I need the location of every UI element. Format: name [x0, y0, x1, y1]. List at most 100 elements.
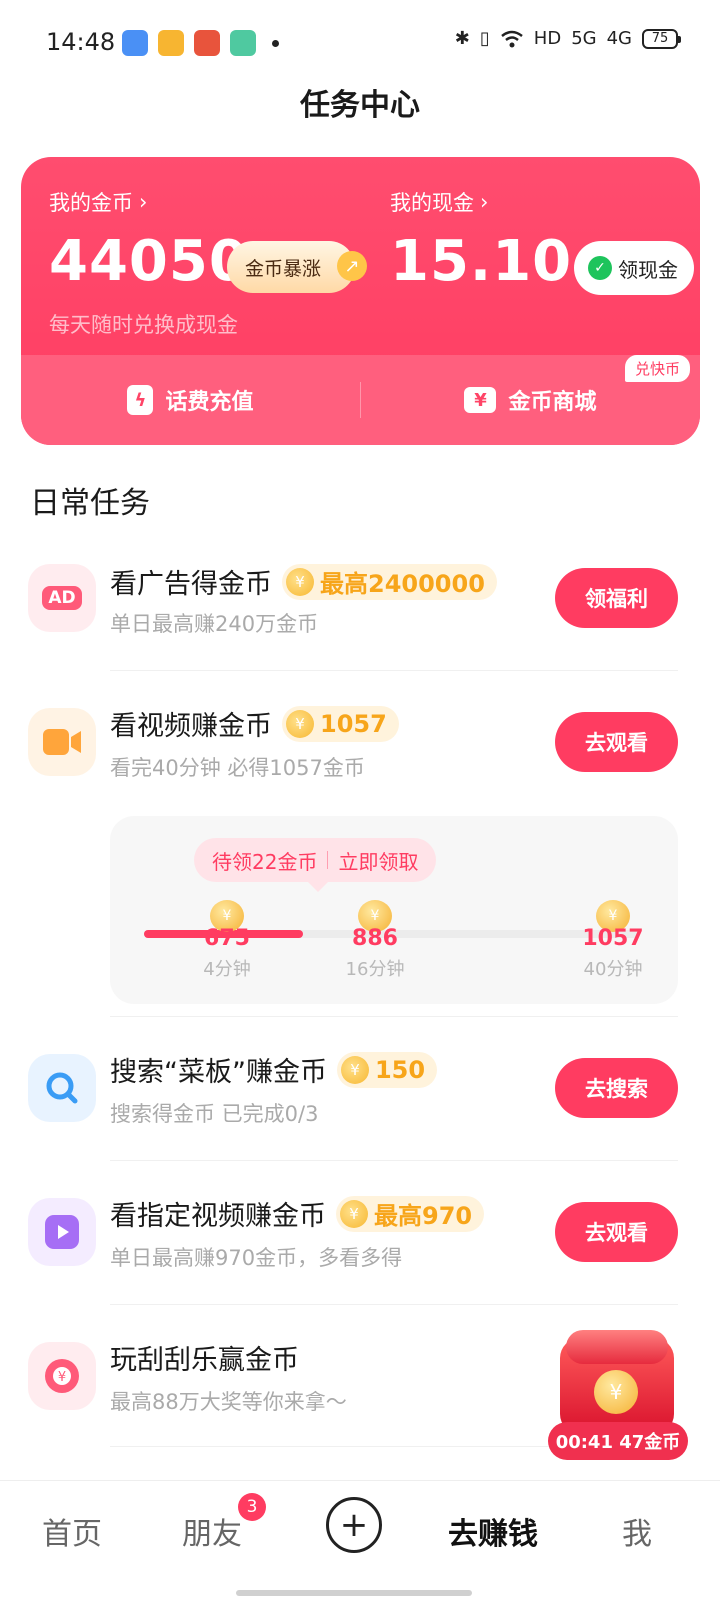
milestone: ¥ 886 16分钟 [330, 900, 420, 981]
task-divider [110, 1304, 678, 1305]
coin-mall-button[interactable]: ¥ 金币商城 [361, 384, 700, 416]
coin-icon: ¥ [286, 567, 314, 596]
coin-icon: ¥ [286, 709, 314, 738]
milestone-amount: 1057 [582, 926, 644, 951]
task-subtitle: 搜索得金币 已完成0/3 [110, 1102, 319, 1126]
milestone-amount: 675 [204, 926, 250, 951]
recharge-button[interactable]: ϟ 话费充值 [21, 384, 360, 416]
cash-value: 15.10 [390, 229, 573, 294]
status-bar: 14:48 ✱ ▯ HD 5G 4G 75 [0, 0, 720, 86]
hd-label: HD [533, 28, 562, 49]
status-indicators: ✱ ▯ HD 5G 4G 75 [454, 28, 681, 49]
claim-now-link[interactable]: 立即领取 [338, 846, 418, 875]
card-subtitle: 每天随时兑换成现金 [49, 313, 238, 337]
reward-pill: ¥ 150 [336, 1051, 438, 1088]
watch-video-button[interactable]: 去观看 [555, 712, 678, 772]
reward-pill: ¥ 最高970 [336, 1195, 485, 1232]
milestone: ¥ 675 4分钟 [182, 900, 272, 981]
chest-lid [566, 1330, 668, 1364]
task-watch-video: 看视频赚金币 ¥ 1057 看完40分钟 必得1057金币 去观看 [0, 705, 720, 816]
ad-icon: AD [28, 564, 96, 632]
get-benefit-button[interactable]: 领福利 [555, 568, 678, 628]
tip-divider [327, 851, 329, 869]
my-cash-block[interactable]: 我的现金 › 15.10 [390, 187, 572, 294]
task-title: 看指定视频赚金币 [110, 1201, 326, 1232]
create-button[interactable]: + [326, 1497, 382, 1553]
app-notification-icon [230, 30, 256, 56]
task-search: 搜索“菜板”赚金币 ¥ 150 搜索得金币 已完成0/3 去搜索 [0, 1051, 720, 1162]
coin-icon: ¥ [340, 1199, 368, 1228]
task-title: 看广告得金币 [110, 569, 272, 600]
bluetooth-icon: ✱ [454, 28, 470, 49]
task-watch-ads: AD 看广告得金币 ¥ 最高2400000 单日最高赚240万金币 领福利 [0, 562, 720, 672]
search-icon [28, 1054, 96, 1122]
scratch-card-icon: ¥ [28, 1342, 96, 1410]
video-camera-icon [28, 708, 96, 776]
task-divider [110, 1160, 678, 1161]
watch-specified-video-button[interactable]: 去观看 [555, 1202, 678, 1262]
app-notification-icon [194, 30, 220, 56]
video-progress-panel: 待领22金币 立即领取 ¥ 675 4分钟 ¥ 886 16分钟 ¥ 1057 … [110, 816, 678, 1004]
chevron-right-icon: › [480, 190, 489, 214]
coin-icon: ¥ [594, 1370, 638, 1414]
treasure-chest-widget[interactable]: ¥ 00:41 47金币 [548, 1330, 688, 1460]
my-cash-label: 我的现金 [390, 191, 474, 215]
claim-cash-button[interactable]: ✓ 领现金 [574, 241, 694, 295]
claim-tip[interactable]: 待领22金币 立即领取 [194, 838, 437, 882]
my-cash-link[interactable]: 我的现金 › [390, 187, 572, 217]
nav-me[interactable]: 我 [622, 1509, 652, 1553]
task-subtitle: 看完40分钟 必得1057金币 [110, 756, 365, 780]
milestone-time: 4分钟 [203, 959, 251, 980]
my-coins-label: 我的金币 [49, 191, 133, 215]
my-coins-link[interactable]: 我的金币 › [49, 187, 249, 217]
coin-icon: ¥ [340, 1055, 369, 1084]
coin-boom-label: 金币暴涨 [245, 257, 322, 280]
task-title-row: 看广告得金币 ¥ 最高2400000 [110, 562, 497, 601]
page-title: 任务中心 [300, 88, 420, 123]
milestone: ¥ 1057 40分钟 [568, 900, 658, 981]
reward-amount: 1057 [320, 709, 387, 738]
card-shortcuts: ϟ 话费充值 ¥ 金币商城 [21, 355, 700, 445]
home-indicator [236, 1590, 472, 1596]
go-search-button[interactable]: 去搜索 [555, 1058, 678, 1118]
plus-icon: + [339, 1505, 369, 1545]
coin-mall-label: 金币商城 [508, 390, 597, 415]
coin-boom-button[interactable]: 金币暴涨 ↗ [227, 241, 368, 293]
nav-earn[interactable]: 去赚钱 [448, 1509, 538, 1553]
bottom-nav: 首页 朋友 3 + 去赚钱 我 [0, 1480, 720, 1600]
task-title-row: 看指定视频赚金币 ¥ 最高970 [110, 1194, 485, 1233]
nav-home[interactable]: 首页 [42, 1509, 102, 1553]
reward-pill: ¥ 最高2400000 [282, 563, 497, 600]
claim-cash-label: 领现金 [618, 257, 678, 282]
milestone-time: 16分钟 [345, 959, 405, 980]
reward-amount: 最高970 [374, 1202, 473, 1230]
task-divider [110, 670, 678, 671]
reward-amount: 150 [374, 1055, 426, 1084]
pending-coins-label: 待领22金币 [212, 849, 318, 874]
lightning-icon: ϟ [127, 385, 154, 415]
milestone-amount: 886 [352, 926, 398, 951]
notification-icons [122, 30, 279, 56]
my-coins-block[interactable]: 我的金币 › 44050 [49, 187, 249, 294]
task-title-row: 搜索“菜板”赚金币 ¥ 150 [110, 1050, 438, 1089]
chevron-right-icon: › [139, 190, 148, 214]
task-title: 看视频赚金币 [110, 711, 272, 742]
exchange-badge: 兑快币 [624, 355, 690, 382]
status-time: 14:48 [46, 28, 116, 56]
chest-countdown-label: 00:41 47金币 [548, 1422, 688, 1460]
wechat-icon: ✓ [588, 256, 612, 280]
wifi-icon [501, 30, 523, 47]
reward-amount: 最高2400000 [320, 570, 485, 598]
coins-value: 44050 [49, 229, 249, 294]
signal-5g-label: 5G [571, 28, 597, 49]
section-title: 日常任务 [30, 486, 150, 521]
task-title-row: 玩刮刮乐赢金币 [110, 1338, 299, 1377]
arrow-up-icon: ↗ [337, 251, 368, 281]
nav-friends[interactable]: 朋友 [182, 1509, 242, 1553]
task-subtitle: 单日最高赚240万金币 [110, 612, 319, 636]
task-title-row: 看视频赚金币 ¥ 1057 [110, 704, 399, 743]
recharge-label: 话费充值 [165, 390, 254, 415]
task-subtitle: 单日最高赚970金币，多看多得 [110, 1246, 403, 1270]
reward-pill: ¥ 1057 [282, 705, 399, 742]
app-notification-icon [122, 30, 148, 56]
